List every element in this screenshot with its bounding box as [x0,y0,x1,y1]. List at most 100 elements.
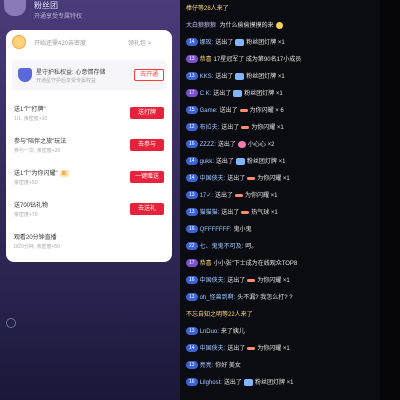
fan-club-header: 粉丝团 开通享受专属特权 [0,0,180,24]
level-badge: 14 [186,174,198,183]
chat-message: 16 QFFFFFFF: 鬼小鬼 [186,225,252,236]
task-subtitle: 0/20分钟, 亲密度+50 [14,244,60,250]
level-badge: 14 [186,344,198,353]
system-message-text: 棒仔等28人来了 [186,6,229,12]
username[interactable]: QFFFFFFF: [200,227,232,233]
message-text: 你好 美女 [215,363,241,369]
username[interactable]: Game: [200,108,218,114]
gift-name: 为你闪耀 ×1 [257,346,290,352]
task-panel: 开始还需420亲密度 领礼包 > 星守护私权益: 心意情存储 开通星守护后享受专… [6,30,172,262]
task-item: 观看20分钟直播 0/20分钟, 亲密度+50 [6,230,172,254]
task-title: 送1个"打牌" [14,107,46,113]
chat-message: 22 七、鬼鬼不可及: 呵。 [186,242,257,253]
fan-heart-icon [12,35,26,49]
username[interactable]: gukk: [200,159,214,165]
message-text: 呵。 [245,244,258,250]
gift-name: 为你闪耀 ×1 [244,193,278,199]
chat-message: 14 gukk: 送出了 粉丝团灯牌 ×1 [186,157,285,168]
username[interactable]: 恭喜 [200,261,212,267]
level-badge: 13 [186,208,198,217]
username[interactable]: ZZZZ: [200,142,216,148]
username[interactable]: KKS: [200,74,214,80]
chat-message: 16 Lilghost: 送出了 粉丝团灯牌 ×1 [186,378,293,389]
username[interactable]: 中国俠夫: [200,346,226,352]
message-text: 来了姨儿 [220,329,245,335]
username[interactable]: 大白狼狼狼 [186,23,218,29]
scrollbar[interactable] [380,0,400,400]
system-message: 不忘自知之明等22人来了 [186,310,253,321]
level-badge: 13 [186,55,198,64]
username[interactable]: 恭喜 [200,57,212,63]
message-text: 17星冠军了 成为第90名17小成员 [213,57,302,63]
level-badge: 22 [186,242,198,251]
guard-title: 星守护私权益: 心意情存储 [36,70,106,76]
chat-message: 13 KKS: 送出了 粉丝团灯牌 ×1 [186,72,285,83]
username[interactable]: 猫猫猫: [200,210,220,216]
lightstick-icon [239,108,248,112]
chat-message: 13 17✓: 送出了 为你闪耀 ×1 [186,191,277,202]
message-text: 送出了 [227,346,246,352]
task-title: 送700钻礼物 [14,203,49,209]
level-badge: 14 [186,157,198,166]
level-badge: 13 [186,72,198,81]
username[interactable]: 17✓: [200,193,213,199]
gift-pack-link[interactable]: 领礼包 > [128,38,151,47]
level-badge: 12 [186,123,198,132]
gift-box-icon [235,157,245,165]
emoji-face-icon [275,21,283,29]
username[interactable]: 中国俠夫: [200,176,226,182]
message-text: 送出了 [219,108,238,114]
message-text: 送出了 [227,278,246,284]
lightstick-icon [241,210,250,214]
one-click-send-button[interactable]: 一键赠送 [130,171,164,183]
username[interactable]: 中国俠夫: [200,278,226,284]
task-title: 参与"陪伴之旅"玩法 [14,139,67,145]
level-badge: 16 [186,378,198,387]
system-message-text: 不忘自知之明等22人来了 [186,312,253,318]
chat-message: 17 恭喜 小小张"下士成为在线观众TOP8 [186,259,297,270]
guard-card: 星守护私权益: 心意情存储 开通星守护后享受专属权益 去开通 [12,60,166,90]
new-tag: 新 [59,170,69,177]
task-item: 参与"陪伴之旅"玩法 参与一次, 亲密度+20 去参与 [6,134,172,158]
level-badge: 16 [186,140,198,149]
username[interactable]: C K: [200,91,212,97]
send-gift-button[interactable]: 去送礼 [130,203,164,215]
avatar [4,0,26,16]
username[interactable]: LnDuo: [200,329,219,335]
username[interactable]: oh_怪兽到啊: [200,295,236,301]
send-card-button[interactable]: 送打牌 [130,107,164,119]
username[interactable]: 布拉夫: [200,125,220,131]
username[interactable]: 亮亮: [200,363,214,369]
lightstick-icon [247,346,256,350]
message-text: 送出了 [227,176,246,182]
username[interactable]: Lilghost: [200,380,222,386]
join-button[interactable]: 去参与 [130,139,164,151]
heart-gift-icon [237,140,246,148]
gift-name: 为你闪耀 × 6 [249,108,284,114]
chat-message: 13 猫猫猫: 送出了 热气球 ×1 [186,208,278,219]
gift-name: 为你闪耀 ×1 [257,278,290,284]
task-item: 送700钻礼物 亲密度+70 去送礼 [6,198,172,222]
message-text: 送出了 [215,74,234,80]
system-message: 棒仔等28人来了 [186,4,229,15]
task-subtitle: 亲密度+70 [14,212,38,218]
username[interactable]: 娜玫: [200,40,214,46]
chat-message: 大白狼狼狼 为什么偷偷摸摸的来 [186,21,283,32]
open-guard-button[interactable]: 去开通 [134,69,164,81]
level-badge: 17 [186,259,198,268]
message-text: 送出了 [214,193,233,199]
username[interactable]: 七、鬼鬼不可及: [200,244,244,250]
shield-icon [18,68,32,82]
message-text: 头不漏? 我怎么打? ? [237,295,293,301]
gift-name: 粉丝团灯牌 ×1 [246,74,285,80]
gift-name: 热气球 ×1 [251,210,278,216]
message-text: 送出了 [223,380,242,386]
fan-progress-row: 开始还需420亲密度 领礼包 > [6,30,172,54]
gift-name: 为你闪耀 ×1 [257,176,290,182]
chat-message: 13 LnDuo: 来了姨儿 [186,327,245,338]
level-badge: 13 [186,327,198,336]
message-text: 为什么偷偷摸摸的来 [219,23,274,29]
fan-progress-text: 开始还需420亲密度 [34,41,87,47]
level-badge: 13 [186,191,198,200]
chat-panel: 棒仔等28人来了 大白狼狼狼 为什么偷偷摸摸的来 14 娜玫: 送出了 粉丝团灯牌 ×1 1… [180,0,380,400]
